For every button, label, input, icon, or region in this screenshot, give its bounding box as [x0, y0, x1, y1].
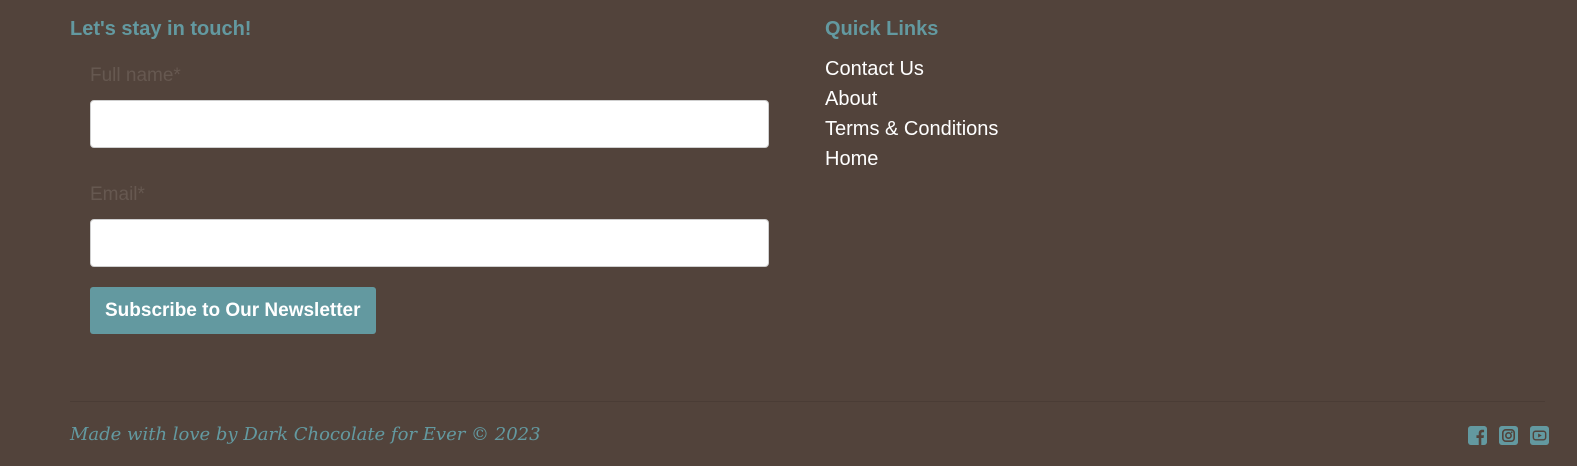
newsletter-heading: Let's stay in touch! [70, 18, 252, 40]
youtube-icon [1530, 426, 1549, 445]
facebook-icon [1468, 426, 1487, 445]
footer-divider [70, 401, 1545, 402]
newsletter-section: Let's stay in touch! Full name* Email* S… [70, 16, 770, 334]
email-field-group: Email* [90, 183, 770, 267]
name-field-group: Full name* [90, 64, 770, 148]
social-links [1468, 426, 1549, 445]
newsletter-form: Full name* Email* Subscribe to Our Newsl… [90, 64, 770, 334]
quick-links-list: Contact Us About Terms & Conditions Home [825, 54, 1225, 174]
terms-conditions-link[interactable]: Terms & Conditions [825, 118, 998, 140]
home-link[interactable]: Home [825, 148, 878, 170]
quick-link-item: About [825, 84, 1225, 114]
email-label: Email* [90, 184, 145, 205]
facebook-link[interactable] [1468, 426, 1487, 445]
quick-links-heading: Quick Links [825, 18, 939, 40]
instagram-icon [1499, 426, 1518, 445]
email-input[interactable] [90, 219, 769, 267]
full-name-label: Full name* [90, 65, 181, 86]
full-name-input[interactable] [90, 100, 769, 148]
quick-links-section: Quick Links Contact Us About Terms & Con… [825, 16, 1225, 174]
about-link[interactable]: About [825, 88, 877, 110]
footer-credit: Made with love by Dark Chocolate for Eve… [70, 424, 541, 445]
instagram-link[interactable] [1499, 426, 1518, 445]
quick-link-item: Home [825, 144, 1225, 174]
contact-us-link[interactable]: Contact Us [825, 58, 924, 80]
quick-link-item: Terms & Conditions [825, 114, 1225, 144]
subscribe-button[interactable]: Subscribe to Our Newsletter [90, 287, 376, 334]
quick-link-item: Contact Us [825, 54, 1225, 84]
footer-top: Let's stay in touch! Full name* Email* S… [0, 0, 1577, 400]
youtube-link[interactable] [1530, 426, 1549, 445]
